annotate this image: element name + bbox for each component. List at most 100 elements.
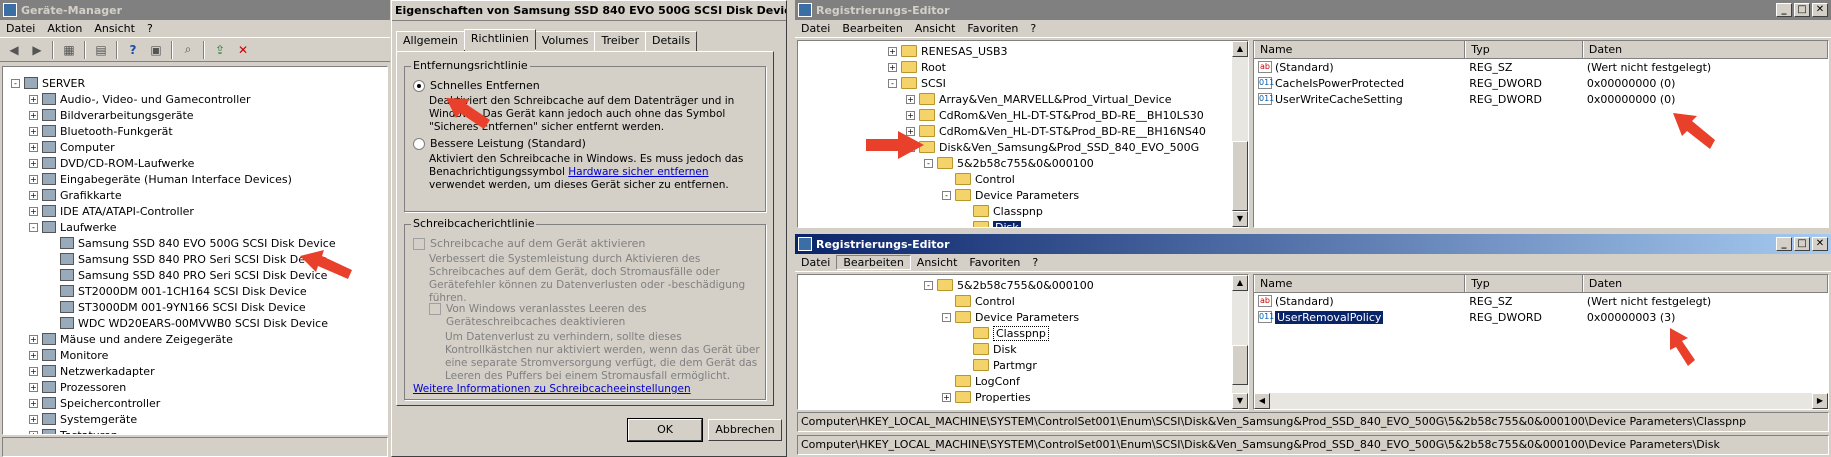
tree-item[interactable]: + Bluetooth-Funkgerät xyxy=(3,123,387,139)
registry-key[interactable]: Control xyxy=(798,293,1248,309)
tree-scrollbar[interactable]: ▲ ▼ xyxy=(1232,41,1248,227)
expand-toggle-icon[interactable]: + xyxy=(29,382,38,392)
col-name[interactable]: Name xyxy=(1254,275,1466,292)
tree-item[interactable]: + Grafikkarte xyxy=(3,187,387,203)
menu-item-datei[interactable]: Datei xyxy=(0,22,41,35)
expand-toggle-icon[interactable]: + xyxy=(29,430,38,434)
tree-item[interactable]: + IDE ATA/ATAPI-Controller xyxy=(3,203,387,219)
update-driver-icon[interactable]: ⇪ xyxy=(210,41,230,59)
forward-arrow-icon[interactable]: ▶ xyxy=(27,41,47,59)
disable-flush-option[interactable]: Von Windows veranlasstes Leeren des Gerä… xyxy=(429,303,746,329)
registry-key[interactable]: - Device Parameters xyxy=(798,187,1248,203)
maximize-icon[interactable]: □ xyxy=(1794,237,1810,251)
expand-toggle-icon[interactable]: + xyxy=(29,414,38,424)
tree-item[interactable]: + Speichercontroller xyxy=(3,395,387,411)
registry-key[interactable]: + RENESAS_USB3 xyxy=(798,43,1248,59)
registry-key[interactable]: Disk xyxy=(798,341,1248,357)
scan-hardware-icon[interactable]: ⌕ xyxy=(178,41,198,59)
ok-button[interactable]: OK xyxy=(627,418,703,442)
value-row[interactable]: 011 UserRemovalPolicy REG_DWORD 0x00000003 … xyxy=(1254,309,1828,325)
console-tree-icon[interactable]: ▦ xyxy=(59,41,79,59)
show-hidden-icon[interactable]: ▣ xyxy=(146,41,166,59)
tree-item[interactable]: ST2000DM 001-1CH164 SCSI Disk Device xyxy=(3,283,387,299)
uninstall-device-icon[interactable]: ✕ xyxy=(233,41,253,59)
tree-item[interactable]: + Prozessoren xyxy=(3,379,387,395)
scroll-left-icon[interactable]: ◀ xyxy=(1254,393,1270,409)
registry-key[interactable]: Partmgr xyxy=(798,357,1248,373)
scroll-thumb[interactable] xyxy=(1232,141,1248,211)
tree-item[interactable]: + Systemgeräte xyxy=(3,411,387,427)
expand-toggle-icon[interactable]: + xyxy=(942,392,951,402)
registry-key[interactable]: Classpnp xyxy=(798,203,1248,219)
scroll-up-icon[interactable]: ▲ xyxy=(1232,275,1248,291)
scroll-thumb[interactable] xyxy=(1232,345,1248,385)
menu-item-bearbeiten[interactable]: Bearbeiten xyxy=(836,22,908,35)
value-row[interactable]: ab (Standard) REG_SZ (Wert nicht festgelegt… xyxy=(1254,293,1828,309)
expand-toggle-icon[interactable]: - xyxy=(906,142,915,152)
menu-item-bearbeiten[interactable]: Bearbeiten xyxy=(836,255,911,270)
value-row[interactable]: ab (Standard) REG_SZ (Wert nicht festgelegt… xyxy=(1254,59,1828,75)
tree-item[interactable]: + Netzwerkadapter xyxy=(3,363,387,379)
col-typ[interactable]: Typ xyxy=(1465,275,1583,292)
quick-removal-radio[interactable] xyxy=(413,79,425,92)
tree-item[interactable]: + Bildverarbeitungsgeräte xyxy=(3,107,387,123)
expand-toggle-icon[interactable]: - xyxy=(888,78,897,88)
registry-key[interactable]: - Disk&Ven_Samsung&Prod_SSD_840_EVO_500G xyxy=(798,139,1248,155)
tree-item[interactable]: - SERVER xyxy=(3,75,387,91)
menu-item-help[interactable]: ? xyxy=(141,22,159,35)
enable-write-cache-option[interactable]: Schreibcache auf dem Gerät aktivieren xyxy=(413,237,645,250)
registry-key[interactable]: - 5&2b58c755&0&000100 xyxy=(798,277,1248,293)
tree-item[interactable]: + Audio-, Video- und Gamecontroller xyxy=(3,91,387,107)
registry-titlebar[interactable]: Registrierungs-Editor _ □ ✕ xyxy=(795,0,1831,20)
menu-item-aktion[interactable]: Aktion xyxy=(41,22,88,35)
minimize-icon[interactable]: _ xyxy=(1776,3,1792,17)
scroll-down-icon[interactable]: ▼ xyxy=(1232,393,1248,409)
tree-item[interactable]: Samsung SSD 840 PRO Seri SCSI Disk Devic… xyxy=(3,251,387,267)
registry-key[interactable]: + CdRom&Ven_HL-DT-ST&Prod_BD-RE__BH10LS30 xyxy=(798,107,1248,123)
menu-item-datei[interactable]: Datei xyxy=(795,256,836,269)
tab-treiber[interactable]: Treiber xyxy=(594,31,646,52)
expand-toggle-icon[interactable]: + xyxy=(888,46,897,56)
registry-key[interactable]: Control xyxy=(798,171,1248,187)
disable-flush-checkbox[interactable] xyxy=(429,303,441,315)
tree-item[interactable]: - Laufwerke xyxy=(3,219,387,235)
expand-toggle-icon[interactable]: + xyxy=(29,206,38,216)
tree-item[interactable]: WDC WD20EARS-00MVWB0 SCSI Disk Device xyxy=(3,315,387,331)
expand-toggle-icon[interactable]: + xyxy=(29,350,38,360)
value-list[interactable]: Name Typ Daten ab (Standard) REG_SZ (Wert n… xyxy=(1253,274,1829,410)
expand-toggle-icon[interactable]: - xyxy=(924,280,933,290)
expand-toggle-icon[interactable]: + xyxy=(29,366,38,376)
expand-toggle-icon[interactable]: + xyxy=(29,94,38,104)
minimize-icon[interactable]: _ xyxy=(1776,237,1792,251)
menu-item-help[interactable]: ? xyxy=(1024,22,1042,35)
registry-key[interactable]: - SCSI xyxy=(798,75,1248,91)
close-icon[interactable]: ✕ xyxy=(1812,237,1828,251)
col-daten[interactable]: Daten xyxy=(1582,41,1828,58)
registry-key[interactable]: Disk xyxy=(798,219,1248,227)
key-tree[interactable]: - 5&2b58c755&0&000100 Control - Device Param… xyxy=(797,274,1249,410)
enable-write-cache-checkbox[interactable] xyxy=(413,237,425,250)
cancel-button[interactable]: Abbrechen xyxy=(708,419,782,441)
menu-item-ansicht[interactable]: Ansicht xyxy=(911,256,964,269)
tab-volumes[interactable]: Volumes xyxy=(534,31,596,52)
values-h-scrollbar[interactable]: ◀ ▶ xyxy=(1254,393,1828,409)
scroll-right-icon[interactable]: ▶ xyxy=(1812,393,1828,409)
tab-richtlinien[interactable]: Richtlinien xyxy=(463,29,536,50)
registry-key[interactable]: + CdRom&Ven_HL-DT-ST&Prod_BD-RE__BH16NS40 xyxy=(798,123,1248,139)
tree-item[interactable]: + Monitore xyxy=(3,347,387,363)
registry-key[interactable]: + Array&Ven_MARVELL&Prod_Virtual_Device xyxy=(798,91,1248,107)
maximize-icon[interactable]: □ xyxy=(1794,3,1810,17)
device-manager-titlebar[interactable]: Geräte-Manager xyxy=(0,0,390,20)
expand-toggle-icon[interactable]: + xyxy=(29,174,38,184)
safely-remove-hardware-link[interactable]: Hardware sicher entfernen xyxy=(568,166,708,178)
better-performance-radio[interactable] xyxy=(413,137,425,150)
menu-item-ansicht[interactable]: Ansicht xyxy=(88,22,141,35)
tab-details[interactable]: Details xyxy=(644,31,698,52)
expand-toggle-icon[interactable]: + xyxy=(29,126,38,136)
better-performance-option[interactable]: Bessere Leistung (Standard) xyxy=(413,137,586,150)
value-row[interactable]: 011 CacheIsPowerProtected REG_DWORD 0x00000… xyxy=(1254,75,1828,91)
quick-removal-option[interactable]: Schnelles Entfernen xyxy=(413,79,540,92)
col-typ[interactable]: Typ xyxy=(1465,41,1583,58)
registry-key[interactable]: Classpnp xyxy=(798,325,1248,341)
registry-key[interactable]: - 5&2b58c755&0&000100 xyxy=(798,155,1248,171)
